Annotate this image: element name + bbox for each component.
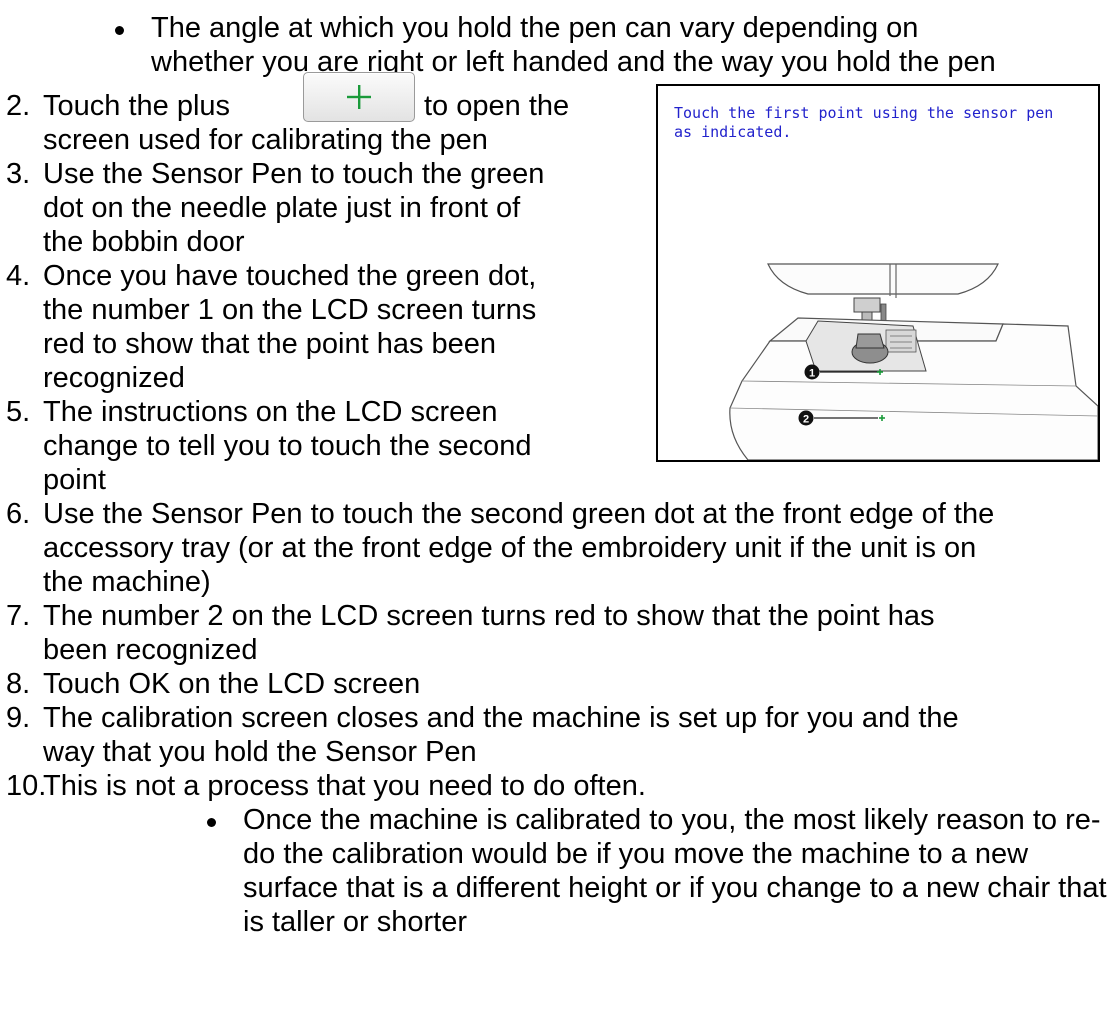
step-5-number: 5. [6,396,31,428]
bullet-bottom-line-4: is taller or shorter [243,906,468,938]
step-2-number: 2. [6,90,31,122]
plus-button[interactable] [303,72,415,122]
callout-1-label: 1 [809,368,815,380]
step-6-number: 6. [6,498,31,530]
step-5-line-1: The instructions on the LCD screen [43,396,498,428]
step-7-number: 7. [6,600,31,632]
bullet-bottom-line-3: surface that is a different height or if… [243,872,1107,904]
step-2-text-a: Touch the plus [43,90,231,122]
bullet-bottom-line-2: do the calibration would be if you move … [243,838,1029,870]
step-7-line-1: The number 2 on the LCD screen turns red… [43,600,935,632]
step-8-line-1: Touch OK on the LCD screen [43,668,421,700]
sewing-machine-illustration: 1 2 [729,263,1098,460]
lcd-calibration-screen: Touch the first point using the sensor p… [656,84,1100,462]
bullet-top-marker [115,26,124,35]
step-10-number: 10. [6,770,47,802]
step-6-line-2: accessory tray (or at the front edge of … [43,532,977,564]
step-5-line-3: point [43,464,106,496]
step-7-line-2: been recognized [43,634,258,666]
step-3-line-1: Use the Sensor Pen to touch the green [43,158,545,190]
callout-2-label: 2 [803,414,809,426]
bullet-top-line-1: The angle at which you hold the pen can … [151,12,919,44]
step-10-line-1: This is not a process that you need to d… [43,770,646,802]
step-2-text-c: screen used for calibrating the pen [43,124,488,156]
step-6-line-1: Use the Sensor Pen to touch the second g… [43,498,995,530]
step-4-line-4: recognized [43,362,185,394]
plus-icon [347,85,371,109]
bullet-bottom-line-1: Once the machine is calibrated to you, t… [243,804,1101,836]
step-2-text-b: to open the [424,90,570,122]
step-9-line-2: way that you hold the Sensor Pen [43,736,477,768]
step-8-number: 8. [6,668,31,700]
step-4-number: 4. [6,260,31,292]
bullet-bottom-marker [207,818,216,827]
step-4-line-3: red to show that the point has been [43,328,497,360]
step-3-line-2: dot on the needle plate just in front of [43,192,521,224]
step-6-line-3: the machine) [43,566,211,598]
step-4-line-2: the number 1 on the LCD screen turns [43,294,537,326]
step-3-line-3: the bobbin door [43,226,245,258]
step-9-line-1: The calibration screen closes and the ma… [43,702,959,734]
bullet-top-line-2: whether you are right or left handed and… [151,46,996,78]
step-5-line-2: change to tell you to touch the second [43,430,532,462]
step-4-line-1: Once you have touched the green dot, [43,260,537,292]
step-9-number: 9. [6,702,31,734]
step-3-number: 3. [6,158,31,190]
